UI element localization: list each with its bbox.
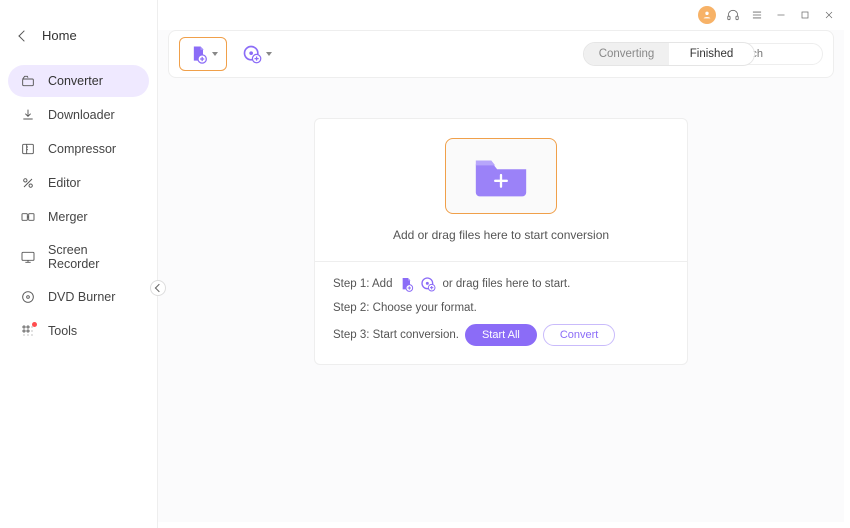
chevron-left-icon xyxy=(18,30,29,41)
step-3: Step 3: Start conversion. Start All Conv… xyxy=(333,324,669,346)
tools-icon xyxy=(20,323,36,339)
sidebar-collapse-toggle[interactable] xyxy=(150,280,166,296)
menu-icon[interactable] xyxy=(750,8,764,22)
step-2: Step 2: Choose your format. xyxy=(333,302,669,314)
sidebar-item-label: Converter xyxy=(48,74,103,88)
screen-recorder-icon xyxy=(20,249,36,265)
toolbar: Converting Finished xyxy=(168,30,834,78)
merger-icon xyxy=(20,209,36,225)
chevron-down-icon xyxy=(212,52,218,56)
sidebar-item-screen-recorder[interactable]: Screen Recorder xyxy=(8,235,149,279)
converter-icon xyxy=(20,73,36,89)
notification-dot-icon xyxy=(32,322,37,327)
sidebar-item-label: Screen Recorder xyxy=(48,243,137,271)
sidebar-item-converter[interactable]: Converter xyxy=(8,65,149,97)
drop-message: Add or drag files here to start conversi… xyxy=(393,228,609,242)
sidebar-item-label: Downloader xyxy=(48,108,115,122)
instruction-steps: Step 1: Add or drag files here to start.… xyxy=(315,261,687,364)
sidebar-item-label: Editor xyxy=(48,176,81,190)
home-label: Home xyxy=(42,28,77,43)
add-folder-target[interactable] xyxy=(445,138,557,214)
window-close[interactable] xyxy=(822,9,836,21)
tab-converting[interactable]: Converting xyxy=(584,43,669,65)
home-back[interactable]: Home xyxy=(0,18,157,61)
drop-zone: Add or drag files here to start conversi… xyxy=(314,118,688,365)
add-file-button[interactable] xyxy=(179,37,227,71)
editor-icon xyxy=(20,175,36,191)
window-minimize[interactable] xyxy=(774,9,788,21)
sidebar-item-downloader[interactable]: Downloader xyxy=(8,99,149,131)
sidebar: Home Converter Downloader Compressor xyxy=(0,0,158,528)
sidebar-item-merger[interactable]: Merger xyxy=(8,201,149,233)
add-disc-icon xyxy=(420,276,436,292)
add-file-icon xyxy=(398,276,414,292)
start-all-button[interactable]: Start All xyxy=(465,324,537,346)
sidebar-item-dvd-burner[interactable]: DVD Burner xyxy=(8,281,149,313)
headphones-icon[interactable] xyxy=(726,8,740,22)
sidebar-item-label: Tools xyxy=(48,324,77,338)
dvd-burner-icon xyxy=(20,289,36,305)
sidebar-item-tools[interactable]: Tools xyxy=(8,315,149,347)
sidebar-item-label: Compressor xyxy=(48,142,116,156)
window-maximize[interactable] xyxy=(798,9,812,21)
sidebar-item-label: Merger xyxy=(48,210,88,224)
convert-button[interactable]: Convert xyxy=(543,324,616,346)
sidebar-item-compressor[interactable]: Compressor xyxy=(8,133,149,165)
title-bar xyxy=(158,0,850,30)
chevron-down-icon xyxy=(266,52,272,56)
compressor-icon xyxy=(20,141,36,157)
status-tabs: Converting Finished xyxy=(583,42,755,66)
user-avatar[interactable] xyxy=(698,6,716,24)
sidebar-item-label: DVD Burner xyxy=(48,290,115,304)
tab-finished[interactable]: Finished xyxy=(669,43,754,65)
add-disc-button[interactable] xyxy=(237,37,277,71)
downloader-icon xyxy=(20,107,36,123)
step-1: Step 1: Add or drag files here to start. xyxy=(333,276,669,292)
sidebar-item-editor[interactable]: Editor xyxy=(8,167,149,199)
